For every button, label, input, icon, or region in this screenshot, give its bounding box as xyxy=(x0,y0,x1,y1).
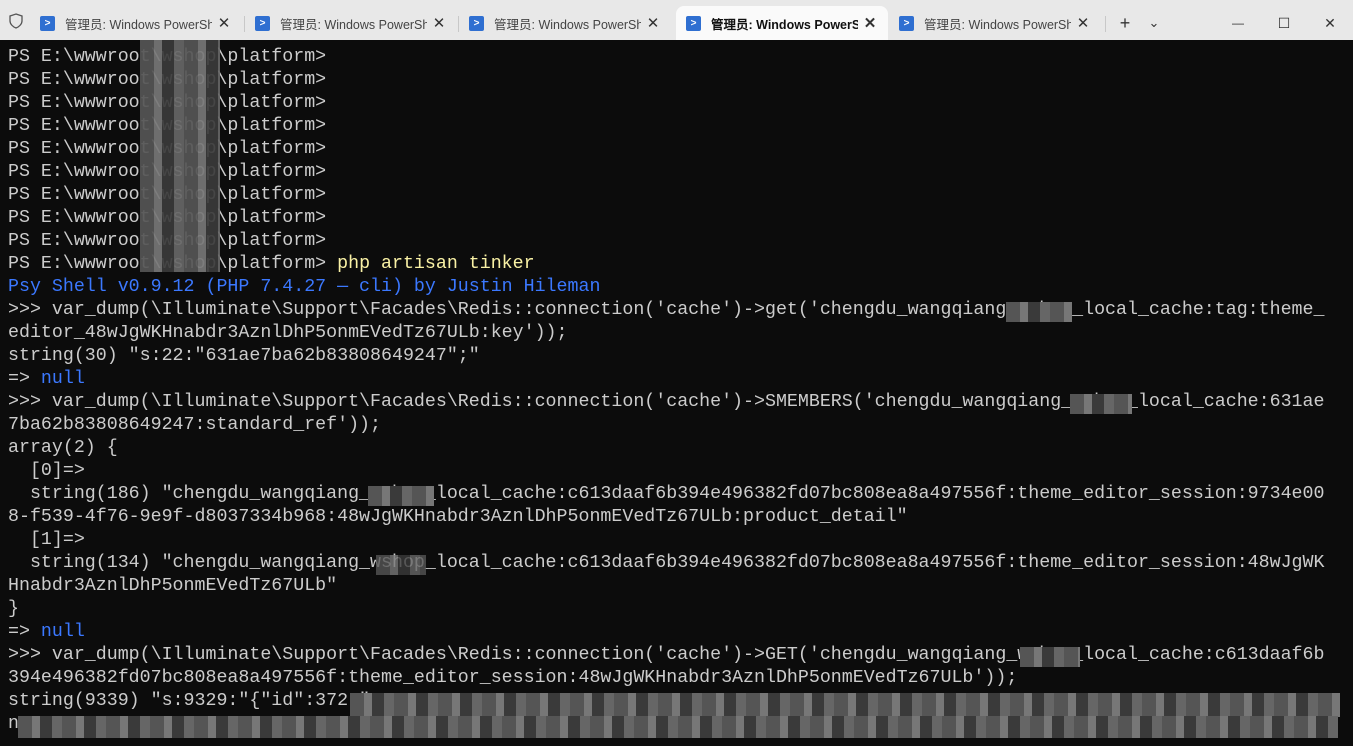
powershell-icon: > xyxy=(899,15,914,31)
output-line: >>> var_dump(\Illuminate\Support\Facades… xyxy=(8,300,1325,320)
output-line: 8-f539-4f76-9e9f-d8037334b968:48wJgWKHna… xyxy=(8,507,908,527)
new-tab-button[interactable]: + xyxy=(1112,6,1138,40)
output-line: => null xyxy=(8,369,85,389)
tab-dropdown-button[interactable]: ⌄ xyxy=(1142,6,1166,40)
output-line: [0]=> xyxy=(8,461,85,481)
powershell-icon: > xyxy=(686,15,701,31)
powershell-icon: > xyxy=(469,15,484,31)
output-line: >>> var_dump(\Illuminate\Support\Facades… xyxy=(8,645,1325,665)
close-tab-icon[interactable]: ✕ xyxy=(641,14,665,32)
minimize-button[interactable]: — xyxy=(1215,6,1261,40)
powershell-icon: > xyxy=(255,15,270,31)
output-line: string(186) "chengdu_wangqiang_wshop_loc… xyxy=(8,484,1325,504)
output-line: >>> var_dump(\Illuminate\Support\Facades… xyxy=(8,392,1325,412)
close-tab-icon[interactable]: ✕ xyxy=(1071,14,1095,32)
close-tab-icon[interactable]: ✕ xyxy=(427,14,451,32)
redaction xyxy=(1070,394,1132,414)
output-line: array(2) { xyxy=(8,438,118,458)
output-line: 7ba62b83808649247:standard_ref')); xyxy=(8,415,381,435)
tab-3[interactable]: > 管理员: Windows PowerShell ✕ xyxy=(459,6,671,40)
redaction xyxy=(1020,647,1080,667)
output-line: [1]=> xyxy=(8,530,85,550)
close-tab-icon[interactable]: ✕ xyxy=(212,14,236,32)
tab-5[interactable]: > 管理员: Windows PowerShell ✕ xyxy=(889,6,1101,40)
redaction xyxy=(368,486,434,506)
redaction xyxy=(140,40,220,272)
output-line: => null xyxy=(8,622,85,642)
output-line: Hnabdr3AznlDhP5onmEVedTz67ULb" xyxy=(8,576,338,596)
powershell-icon: > xyxy=(40,15,55,31)
close-tab-icon[interactable]: ✕ xyxy=(858,14,882,32)
shield-icon xyxy=(9,13,23,29)
tab-2[interactable]: > 管理员: Windows PowerShell ✕ xyxy=(245,6,457,40)
output-line: } xyxy=(8,599,19,619)
redaction xyxy=(18,716,1338,738)
tab-bar: > 管理员: Windows PowerShell ✕ > 管理员: Windows … xyxy=(0,0,1353,40)
output-line: string(30) "s:22:"631ae7ba62b83808649247… xyxy=(8,346,480,366)
redaction xyxy=(376,555,426,575)
output-line: editor_48wJgWKHnabdr3AznlDhP5onmEVedTz67… xyxy=(8,323,568,343)
redaction xyxy=(1006,302,1072,322)
tab-4-active[interactable]: >管理员: Windows PowerShell✕ xyxy=(676,6,888,40)
output-line: string(134) "chengdu_wangqiang_wshop_loc… xyxy=(8,553,1325,573)
output-line: 394e496382fd07bc808ea8a497556f:theme_edi… xyxy=(8,668,1018,688)
psysh-banner: Psy Shell v0.9.12 (PHP 7.4.27 — cli) by … xyxy=(8,277,601,297)
maximize-button[interactable]: ☐ xyxy=(1261,6,1307,40)
tab-1[interactable]: > 管理员: Windows PowerShell ✕ xyxy=(30,6,242,40)
redaction xyxy=(350,693,1340,717)
close-window-button[interactable]: ✕ xyxy=(1307,6,1353,40)
